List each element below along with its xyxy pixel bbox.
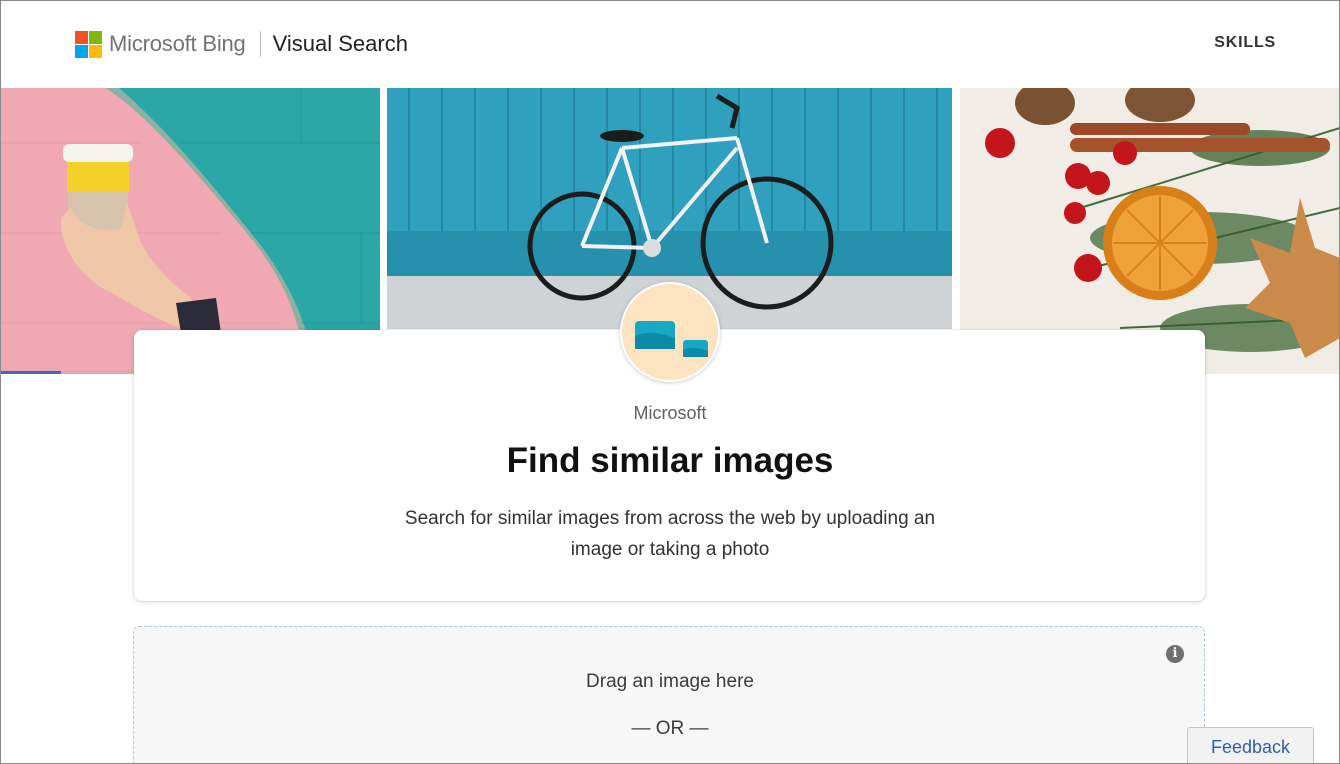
feedback-button[interactable]: Feedback (1187, 727, 1314, 764)
product-name: Visual Search (272, 31, 408, 56)
brand-divider (259, 31, 261, 57)
description-text: Search for similar images from across th… (404, 508, 936, 560)
drag-image-text: Drag an image here (586, 671, 754, 692)
skills-link[interactable]: SKILLS (1214, 34, 1276, 52)
page-description: Search for similar images from across th… (0, 503, 1340, 565)
image-drop-zone[interactable] (133, 626, 1205, 764)
publisher-name: Microsoft (633, 403, 707, 423)
info-icon[interactable]: i (1166, 645, 1184, 663)
page-title: Find similar images (506, 441, 834, 480)
brand[interactable]: Microsoft Bing Visual Search (75, 29, 408, 59)
visual-search-skill-icon (620, 282, 720, 382)
header: Microsoft Bing Visual Search SKILLS (0, 0, 1340, 88)
microsoft-logo-icon (75, 30, 102, 58)
or-separator: — OR — (631, 718, 709, 739)
brand-name: Microsoft Bing (109, 31, 246, 56)
